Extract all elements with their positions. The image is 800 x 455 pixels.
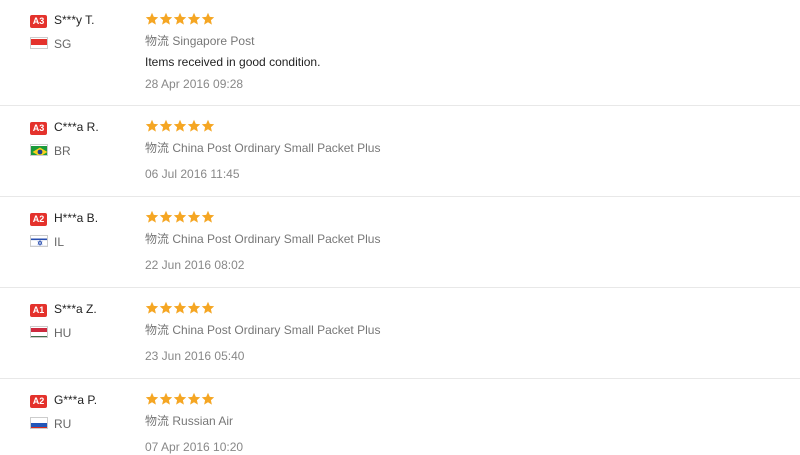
star-icon: [145, 392, 159, 405]
logistics-prefix: 物流: [145, 414, 170, 428]
sg-flag-icon: [30, 37, 48, 49]
review-date: 22 Jun 2016 08:02: [145, 258, 245, 272]
review-comment: Items received in good condition.: [145, 55, 321, 69]
star-icon: [173, 210, 187, 223]
star-icon: [159, 210, 173, 223]
star-icon: [145, 12, 159, 25]
star-icon: [159, 119, 173, 132]
logistics-method: China Post Ordinary Small Packet Plus: [172, 141, 381, 155]
br-flag-icon: [30, 144, 48, 156]
buyer-name: S***a Z.: [54, 302, 97, 316]
star-icon: [201, 392, 215, 405]
review-item: A2 H***a B. IL 物流 China Post Ordinary Sm…: [0, 210, 800, 288]
logistics-info: 物流 Singapore Post: [145, 32, 254, 49]
buyer-level-badge: A1: [30, 304, 47, 317]
review-item: A3 S***y T. SG 物流 Singapore Post Items r…: [0, 12, 800, 106]
star-icon: [187, 392, 201, 405]
star-icon: [187, 12, 201, 25]
review-item: A3 C***a R. BR 物流 China Post Ordinary Sm…: [0, 119, 800, 197]
star-rating: [145, 119, 215, 133]
buyer-level-badge: A2: [30, 395, 47, 408]
logistics-prefix: 物流: [145, 34, 170, 48]
buyer-name: H***a B.: [54, 211, 99, 225]
star-icon: [187, 301, 201, 314]
il-flag-icon: [30, 235, 48, 247]
star-icon: [201, 210, 215, 223]
logistics-info: 物流 China Post Ordinary Small Packet Plus: [145, 230, 380, 247]
star-rating: [145, 210, 215, 224]
logistics-method: China Post Ordinary Small Packet Plus: [172, 323, 381, 337]
star-rating: [145, 12, 215, 26]
buyer-name: C***a R.: [54, 120, 99, 134]
feedback-list: A3 S***y T. SG 物流 Singapore Post Items r…: [0, 0, 800, 455]
logistics-info: 物流 China Post Ordinary Small Packet Plus: [145, 139, 380, 156]
review-date: 06 Jul 2016 11:45: [145, 167, 240, 181]
review-date: 28 Apr 2016 09:28: [145, 77, 244, 91]
buyer-country: BR: [54, 144, 71, 158]
star-icon: [159, 301, 173, 314]
star-icon: [145, 301, 159, 314]
buyer-level-badge: A3: [30, 122, 47, 135]
star-icon: [201, 12, 215, 25]
star-icon: [187, 210, 201, 223]
star-icon: [159, 12, 173, 25]
ru-flag-icon: [30, 417, 48, 429]
logistics-method: Singapore Post: [172, 34, 255, 48]
logistics-prefix: 物流: [145, 323, 170, 337]
review-item: A2 G***a P. RU 物流 Russian Air 07 Apr 201…: [0, 392, 800, 455]
logistics-prefix: 物流: [145, 141, 170, 155]
buyer-country: RU: [54, 417, 72, 431]
star-icon: [145, 210, 159, 223]
buyer-country: SG: [54, 37, 72, 51]
star-icon: [187, 119, 201, 132]
review-date: 23 Jun 2016 05:40: [145, 349, 245, 363]
star-icon: [173, 12, 187, 25]
star-icon: [173, 392, 187, 405]
star-icon: [201, 301, 215, 314]
buyer-name: S***y T.: [54, 13, 95, 27]
star-icon: [145, 119, 159, 132]
logistics-prefix: 物流: [145, 232, 170, 246]
buyer-country: IL: [54, 235, 65, 249]
star-rating: [145, 392, 215, 406]
star-icon: [173, 119, 187, 132]
hu-flag-icon: [30, 326, 48, 338]
star-icon: [159, 392, 173, 405]
review-date: 07 Apr 2016 10:20: [145, 440, 244, 454]
star-icon: [201, 119, 215, 132]
logistics-info: 物流 China Post Ordinary Small Packet Plus: [145, 321, 380, 338]
star-rating: [145, 301, 215, 315]
review-item: A1 S***a Z. HU 物流 China Post Ordinary Sm…: [0, 301, 800, 379]
logistics-method: China Post Ordinary Small Packet Plus: [172, 232, 381, 246]
buyer-country: HU: [54, 326, 72, 340]
buyer-level-badge: A2: [30, 213, 47, 226]
buyer-name: G***a P.: [54, 393, 98, 407]
logistics-info: 物流 Russian Air: [145, 412, 233, 429]
logistics-method: Russian Air: [172, 414, 234, 428]
buyer-level-badge: A3: [30, 15, 47, 28]
star-icon: [173, 301, 187, 314]
